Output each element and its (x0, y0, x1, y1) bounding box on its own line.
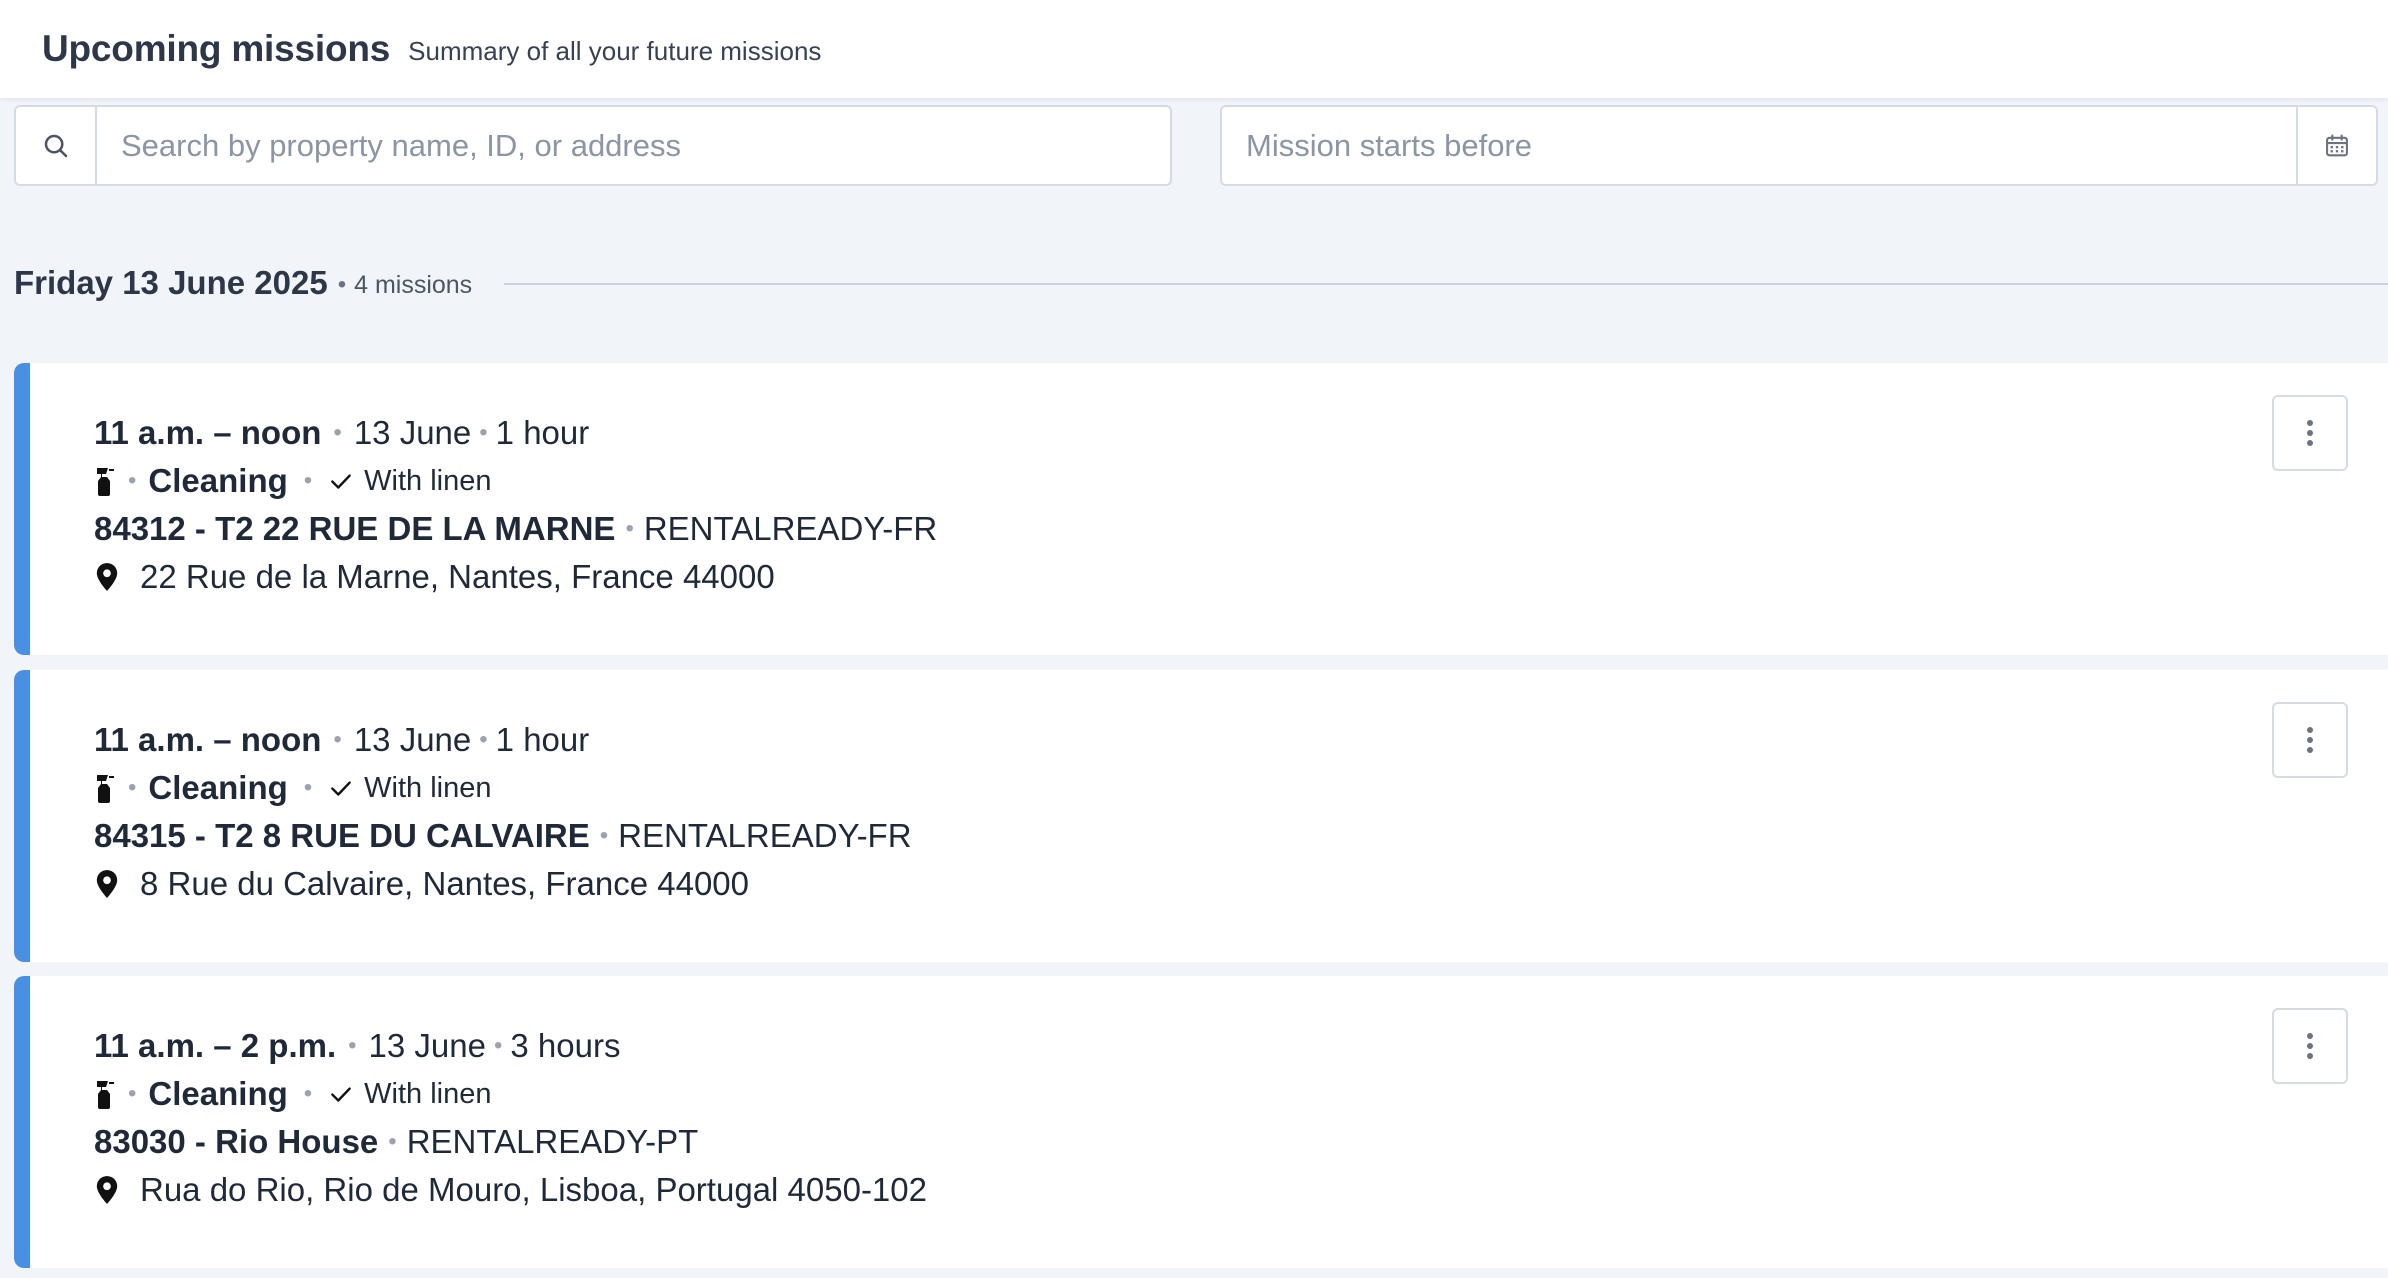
mission-date: 13 June (368, 1027, 486, 1064)
mission-type: Cleaning (148, 769, 288, 806)
search-input[interactable] (97, 107, 1170, 184)
day-group-header: Friday 13 June 2025 • 4 missions (14, 258, 2388, 308)
linen-status: With linen (364, 464, 492, 497)
check-icon (328, 775, 354, 801)
mission-duration: 3 hours (510, 1027, 621, 1064)
account-name: RENTALREADY-PT (406, 1123, 699, 1160)
card-accent-bar (14, 976, 30, 1268)
divider (504, 283, 2388, 285)
mission-date: 13 June (353, 721, 472, 758)
page-title: Upcoming missions (42, 28, 391, 69)
mission-address: Rua do Rio, Rio de Mouro, Lisboa, Portug… (140, 1171, 927, 1208)
mission-count: 4 missions (354, 270, 473, 299)
search-field[interactable] (14, 105, 1172, 186)
mission-duration: 1 hour (495, 414, 590, 451)
spray-bottle-icon (94, 466, 116, 496)
mission-time: 11 a.m. – noon (94, 721, 322, 758)
property-name[interactable]: 84312 - T2 22 RUE DE LA MARNE (94, 510, 615, 548)
mission-card[interactable]: 11 a.m. – 2 p.m. • 13 June • 3 hours • C… (14, 976, 2388, 1268)
card-accent-bar (14, 670, 30, 962)
location-pin-icon (94, 869, 120, 899)
linen-status: With linen (364, 1077, 492, 1110)
more-options-button[interactable] (2272, 1008, 2348, 1084)
separator-dot: • (337, 271, 347, 298)
property-name[interactable]: 84315 - T2 8 RUE DU CALVAIRE (94, 817, 590, 855)
mission-address: 22 Rue de la Marne, Nantes, France 44000 (140, 558, 775, 595)
mission-card[interactable]: 11 a.m. – noon • 13 June • 1 hour • Clea… (14, 670, 2388, 962)
spray-bottle-icon (94, 1079, 116, 1109)
location-pin-icon (94, 562, 120, 592)
check-icon (328, 1081, 354, 1107)
mission-date: 13 June (353, 414, 472, 451)
property-name[interactable]: 83030 - Rio House (94, 1123, 378, 1161)
location-pin-icon (94, 1175, 120, 1205)
account-name: RENTALREADY-FR (618, 817, 912, 854)
day-label: Friday 13 June 2025 (14, 264, 328, 301)
mission-time: 11 a.m. – noon (94, 414, 322, 451)
kebab-menu-icon (2307, 420, 2313, 446)
kebab-menu-icon (2307, 727, 2313, 753)
account-name: RENTALREADY-FR (643, 510, 938, 547)
calendar-icon[interactable] (2296, 107, 2376, 184)
spray-bottle-icon (94, 773, 116, 803)
mission-starts-before-input[interactable] (1222, 107, 2296, 184)
mission-type: Cleaning (148, 462, 288, 499)
mission-type: Cleaning (148, 1075, 288, 1112)
page-subtitle: Summary of all your future missions (408, 35, 822, 66)
more-options-button[interactable] (2272, 395, 2348, 471)
kebab-menu-icon (2307, 1033, 2313, 1059)
mission-time: 11 a.m. – 2 p.m. (94, 1027, 337, 1064)
linen-status: With linen (364, 771, 492, 804)
search-icon (16, 107, 97, 184)
mission-card[interactable]: 11 a.m. – noon • 13 June • 1 hour • Clea… (14, 363, 2388, 655)
more-options-button[interactable] (2272, 702, 2348, 778)
mission-address: 8 Rue du Calvaire, Nantes, France 44000 (140, 865, 750, 902)
mission-duration: 1 hour (495, 721, 590, 758)
check-icon (328, 468, 354, 494)
mission-date-filter[interactable] (1220, 105, 2378, 186)
card-accent-bar (14, 363, 30, 655)
page-header: Upcoming missions Summary of all your fu… (0, 0, 2388, 98)
